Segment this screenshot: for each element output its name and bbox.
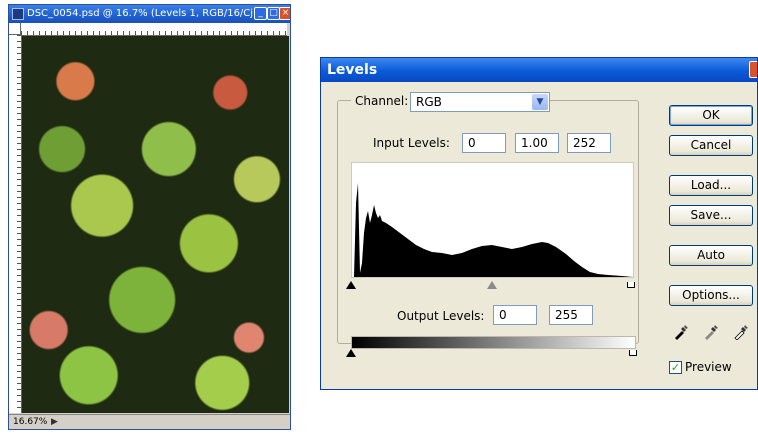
input-gamma-field[interactable]: 1.00 xyxy=(515,133,559,153)
input-gamma-handle[interactable] xyxy=(487,281,497,289)
checkmark-icon: ✓ xyxy=(670,361,681,374)
channel-select[interactable]: RGB ▼ xyxy=(410,92,550,112)
zoom-readout[interactable]: 16.67% xyxy=(13,415,47,429)
channel-label: Channel: xyxy=(351,94,413,108)
histogram-graph xyxy=(352,183,633,277)
output-levels-label: Output Levels: xyxy=(397,309,485,323)
preview-checkbox[interactable]: ✓ xyxy=(669,361,682,374)
document-window: DSC_0054.psd @ 16.7% (Levels 1, RGB/16/C… xyxy=(8,4,291,430)
eyedropper-group xyxy=(673,324,753,340)
levels-dialog: Levels Channel: RGB ▼ Input Levels: 0 1.… xyxy=(320,57,758,390)
output-gradient-bar xyxy=(351,336,636,349)
gray-eyedropper-icon[interactable] xyxy=(703,324,719,340)
vertical-ruler[interactable] xyxy=(9,35,22,413)
output-black-field[interactable]: 0 xyxy=(493,305,537,325)
dropdown-arrow-icon[interactable]: ▼ xyxy=(532,94,548,110)
input-white-point-handle[interactable] xyxy=(627,282,635,288)
input-black-field[interactable]: 0 xyxy=(462,133,506,153)
horizontal-ruler[interactable] xyxy=(21,23,287,36)
output-white-point-handle[interactable] xyxy=(629,350,637,356)
black-eyedropper-icon[interactable] xyxy=(673,324,689,340)
output-white-field[interactable]: 255 xyxy=(549,305,593,325)
minimize-icon[interactable]: _ xyxy=(254,7,267,20)
document-statusbar: 16.67% ▶ xyxy=(9,414,290,429)
close-icon[interactable]: × xyxy=(279,7,290,20)
document-title: DSC_0054.psd @ 16.7% (Levels 1, RGB/16/C… xyxy=(27,8,259,19)
white-eyedropper-icon[interactable] xyxy=(733,324,749,340)
ok-button[interactable]: OK xyxy=(669,105,753,126)
status-menu-arrow-icon[interactable]: ▶ xyxy=(51,415,58,429)
options-button[interactable]: Options... xyxy=(669,285,753,306)
preview-label[interactable]: Preview xyxy=(685,360,732,374)
output-black-point-handle[interactable] xyxy=(346,349,356,357)
close-icon[interactable] xyxy=(749,61,757,78)
levels-title: Levels xyxy=(327,62,378,78)
input-levels-slider[interactable] xyxy=(346,279,635,291)
save-button[interactable]: Save... xyxy=(669,205,753,226)
cancel-button[interactable]: Cancel xyxy=(669,135,753,156)
input-levels-label: Input Levels: xyxy=(373,136,450,150)
document-titlebar[interactable]: DSC_0054.psd @ 16.7% (Levels 1, RGB/16/C… xyxy=(9,5,290,23)
output-levels-slider[interactable] xyxy=(346,349,637,359)
histogram xyxy=(351,162,634,278)
channel-value: RGB xyxy=(416,95,442,109)
input-white-field[interactable]: 252 xyxy=(567,133,611,153)
input-black-point-handle[interactable] xyxy=(346,281,356,289)
app-icon xyxy=(12,8,24,20)
auto-button[interactable]: Auto xyxy=(669,245,753,266)
levels-titlebar[interactable]: Levels xyxy=(321,58,757,82)
load-button[interactable]: Load... xyxy=(669,175,753,196)
image-canvas[interactable] xyxy=(22,36,289,413)
ruler-corner[interactable] xyxy=(9,23,21,35)
